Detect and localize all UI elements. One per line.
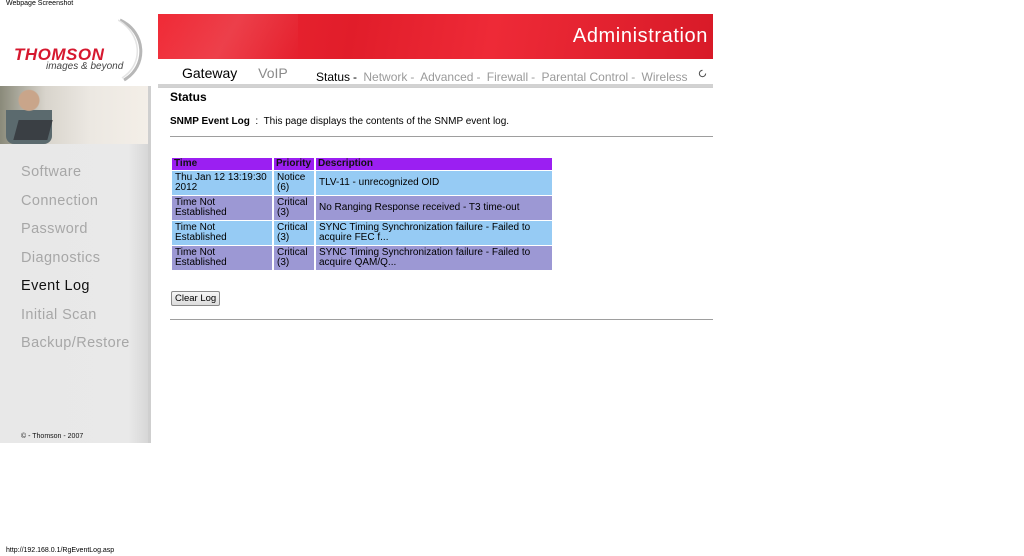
sidebar: Software Connection Password Diagnostics… <box>0 144 151 443</box>
sidebar-item-initial-scan[interactable]: Initial Scan <box>21 307 130 336</box>
nav-voip[interactable]: VoIP <box>258 65 288 81</box>
intro-text: This page displays the contents of the S… <box>263 116 510 127</box>
cell-description: SYNC Timing Synchronization failure - Fa… <box>316 246 552 270</box>
cell-priority: Critical (3) <box>274 246 314 270</box>
refresh-icon[interactable] <box>698 69 707 78</box>
cell-priority: Critical (3) <box>274 221 314 245</box>
cell-time: Time Not Established <box>172 246 272 270</box>
sidebar-item-event-log[interactable]: Event Log <box>21 278 130 307</box>
sidebar-item-diagnostics[interactable]: Diagnostics <box>21 250 130 279</box>
cell-time: Thu Jan 12 13:19:30 2012 <box>172 171 272 195</box>
subnav-network[interactable]: Network <box>363 70 407 84</box>
banner-streak <box>158 14 298 59</box>
cell-description: No Ranging Response received - T3 time-o… <box>316 196 552 220</box>
cell-description: TLV-11 - unrecognized OID <box>316 171 552 195</box>
laptop-image <box>13 120 53 140</box>
intro-label: SNMP Event Log <box>170 116 250 127</box>
table-row: Time Not Established Critical (3) SYNC T… <box>172 246 552 270</box>
subnav-separator: - <box>410 70 415 84</box>
subnav-separator: - <box>353 70 358 84</box>
sidebar-item-backup-restore[interactable]: Backup/Restore <box>21 335 130 364</box>
page-title: Status <box>170 90 207 104</box>
column-header-description: Description <box>316 158 552 170</box>
column-header-time: Time <box>172 158 272 170</box>
navbar-shadow <box>158 84 713 87</box>
sidebar-item-connection[interactable]: Connection <box>21 193 130 222</box>
subnav-status[interactable]: Status <box>316 70 350 84</box>
table-header-row: Time Priority Description <box>172 158 552 170</box>
divider-bottom <box>170 319 713 320</box>
page-intro: SNMP Event Log : This page displays the … <box>170 116 509 127</box>
page-header-title: Administration <box>572 25 708 47</box>
header-photo <box>0 86 151 144</box>
sidebar-menu: Software Connection Password Diagnostics… <box>21 164 130 364</box>
nav-gateway[interactable]: Gateway <box>182 65 237 81</box>
table-row: Thu Jan 12 13:19:30 2012 Notice (6) TLV-… <box>172 171 552 195</box>
subnav-separator: - <box>531 70 536 84</box>
status-url: http://192.168.0.1/RgEventLog.asp <box>6 547 115 554</box>
intro-separator: : <box>255 116 259 127</box>
cell-time: Time Not Established <box>172 196 272 220</box>
screenshot-caption: Webpage Screenshot <box>6 0 74 7</box>
header-banner: Administration <box>158 14 713 59</box>
subnav-advanced[interactable]: Advanced <box>420 70 473 84</box>
sidebar-item-software[interactable]: Software <box>21 164 130 193</box>
logo-swoosh-icon <box>118 18 143 82</box>
main-nav: Gateway VoIP <box>182 65 305 81</box>
cell-priority: Critical (3) <box>274 196 314 220</box>
cell-time: Time Not Established <box>172 221 272 245</box>
sidebar-edge <box>148 86 151 443</box>
table-row: Time Not Established Critical (3) No Ran… <box>172 196 552 220</box>
sub-nav: Status - Network - Advanced - Firewall - Par… <box>316 70 688 84</box>
subnav-separator: - <box>631 70 636 84</box>
subnav-parental-control[interactable]: Parental Control <box>541 70 628 84</box>
clear-log-button[interactable]: Clear Log <box>171 291 221 306</box>
subnav-firewall[interactable]: Firewall <box>487 70 528 84</box>
cell-description: SYNC Timing Synchronization failure - Fa… <box>316 221 552 245</box>
brand-logo[interactable]: THOMSON images & beyond <box>0 14 158 84</box>
column-header-priority: Priority <box>274 158 314 170</box>
subnav-separator: - <box>476 70 481 84</box>
subnav-wireless[interactable]: Wireless <box>642 70 688 84</box>
cell-priority: Notice (6) <box>274 171 314 195</box>
table-row: Time Not Established Critical (3) SYNC T… <box>172 221 552 245</box>
divider-top <box>170 136 713 137</box>
logo-tagline: images & beyond <box>46 61 124 72</box>
sidebar-item-password[interactable]: Password <box>21 221 130 250</box>
copyright-text: © - Thomson - 2007 <box>21 433 84 440</box>
event-log-table: Time Priority Description Thu Jan 12 13:… <box>170 157 554 271</box>
